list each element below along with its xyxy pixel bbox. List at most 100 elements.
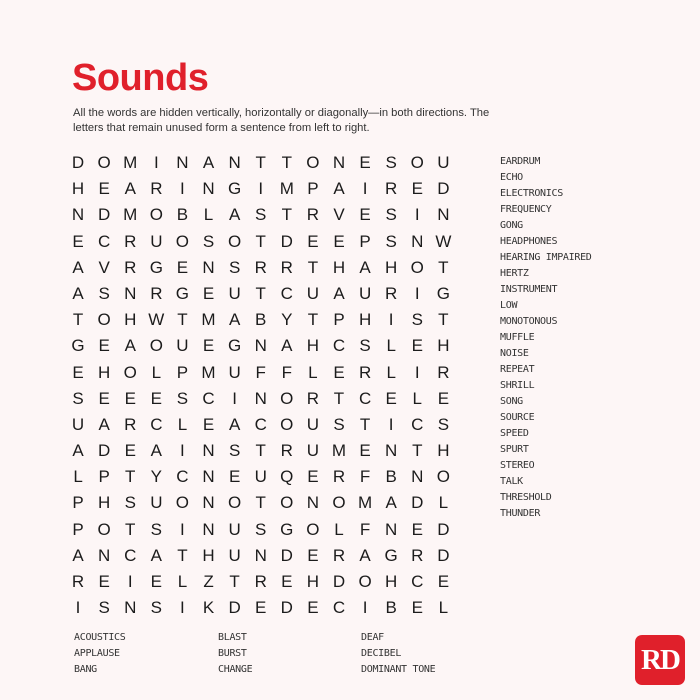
grid-letter[interactable]: T: [352, 412, 378, 438]
grid-letter[interactable]: S: [404, 307, 430, 333]
grid-letter[interactable]: O: [91, 307, 117, 333]
grid-letter[interactable]: D: [91, 202, 117, 228]
grid-letter[interactable]: A: [378, 490, 404, 516]
grid-letter[interactable]: N: [91, 543, 117, 569]
grid-letter[interactable]: E: [195, 412, 221, 438]
grid-letter[interactable]: U: [222, 360, 248, 386]
grid-letter[interactable]: G: [65, 333, 91, 359]
grid-letter[interactable]: B: [378, 595, 404, 621]
grid-letter[interactable]: F: [274, 360, 300, 386]
grid-letter[interactable]: H: [430, 438, 456, 464]
grid-letter[interactable]: H: [326, 255, 352, 281]
grid-letter[interactable]: O: [274, 490, 300, 516]
grid-letter[interactable]: A: [222, 307, 248, 333]
grid-letter[interactable]: K: [195, 595, 221, 621]
grid-letter[interactable]: D: [274, 543, 300, 569]
grid-letter[interactable]: E: [117, 386, 143, 412]
grid-letter[interactable]: N: [378, 438, 404, 464]
grid-letter[interactable]: U: [222, 517, 248, 543]
grid-letter[interactable]: L: [430, 490, 456, 516]
grid-letter[interactable]: N: [195, 464, 221, 490]
grid-letter[interactable]: N: [195, 517, 221, 543]
grid-letter[interactable]: I: [117, 569, 143, 595]
grid-letter[interactable]: S: [169, 386, 195, 412]
grid-letter[interactable]: E: [352, 438, 378, 464]
grid-letter[interactable]: M: [326, 438, 352, 464]
grid-letter[interactable]: G: [274, 517, 300, 543]
grid-letter[interactable]: P: [300, 176, 326, 202]
grid-letter[interactable]: S: [143, 595, 169, 621]
grid-letter[interactable]: U: [143, 490, 169, 516]
grid-letter[interactable]: T: [248, 438, 274, 464]
grid-letter[interactable]: E: [300, 464, 326, 490]
grid-letter[interactable]: T: [430, 307, 456, 333]
grid-letter[interactable]: R: [300, 386, 326, 412]
grid-letter[interactable]: U: [300, 438, 326, 464]
grid-letter[interactable]: E: [248, 595, 274, 621]
grid-letter[interactable]: L: [65, 464, 91, 490]
grid-letter[interactable]: D: [274, 229, 300, 255]
grid-letter[interactable]: S: [378, 150, 404, 176]
grid-letter[interactable]: M: [117, 202, 143, 228]
grid-letter[interactable]: A: [117, 176, 143, 202]
grid-letter[interactable]: Z: [195, 569, 221, 595]
grid-letter[interactable]: A: [65, 438, 91, 464]
grid-letter[interactable]: C: [248, 412, 274, 438]
grid-letter[interactable]: I: [65, 595, 91, 621]
grid-letter[interactable]: E: [195, 281, 221, 307]
grid-letter[interactable]: C: [195, 386, 221, 412]
grid-letter[interactable]: S: [143, 517, 169, 543]
grid-letter[interactable]: R: [378, 281, 404, 307]
grid-letter[interactable]: U: [143, 229, 169, 255]
grid-letter[interactable]: E: [430, 569, 456, 595]
grid-letter[interactable]: M: [195, 360, 221, 386]
grid-letter[interactable]: E: [326, 360, 352, 386]
grid-letter[interactable]: C: [326, 595, 352, 621]
grid-letter[interactable]: T: [169, 543, 195, 569]
grid-letter[interactable]: T: [248, 229, 274, 255]
grid-letter[interactable]: R: [326, 543, 352, 569]
grid-letter[interactable]: R: [143, 176, 169, 202]
grid-letter[interactable]: S: [430, 412, 456, 438]
grid-letter[interactable]: G: [143, 255, 169, 281]
grid-letter[interactable]: U: [169, 333, 195, 359]
grid-letter[interactable]: D: [430, 176, 456, 202]
grid-letter[interactable]: C: [352, 386, 378, 412]
grid-letter[interactable]: T: [300, 307, 326, 333]
grid-letter[interactable]: N: [326, 150, 352, 176]
grid-letter[interactable]: T: [65, 307, 91, 333]
grid-letter[interactable]: I: [143, 150, 169, 176]
grid-letter[interactable]: N: [117, 595, 143, 621]
grid-letter[interactable]: A: [222, 202, 248, 228]
grid-letter[interactable]: T: [169, 307, 195, 333]
grid-letter[interactable]: T: [404, 438, 430, 464]
grid-letter[interactable]: E: [91, 569, 117, 595]
grid-letter[interactable]: S: [222, 438, 248, 464]
grid-letter[interactable]: E: [195, 333, 221, 359]
grid-letter[interactable]: E: [326, 229, 352, 255]
grid-letter[interactable]: O: [143, 333, 169, 359]
grid-letter[interactable]: R: [248, 255, 274, 281]
grid-letter[interactable]: L: [169, 569, 195, 595]
grid-letter[interactable]: C: [404, 412, 430, 438]
grid-letter[interactable]: H: [117, 307, 143, 333]
grid-letter[interactable]: M: [352, 490, 378, 516]
grid-letter[interactable]: P: [326, 307, 352, 333]
grid-letter[interactable]: C: [326, 333, 352, 359]
grid-letter[interactable]: R: [274, 255, 300, 281]
grid-letter[interactable]: O: [91, 517, 117, 543]
grid-letter[interactable]: N: [222, 150, 248, 176]
grid-letter[interactable]: G: [430, 281, 456, 307]
grid-letter[interactable]: N: [195, 438, 221, 464]
grid-letter[interactable]: R: [404, 543, 430, 569]
grid-letter[interactable]: A: [352, 543, 378, 569]
grid-letter[interactable]: I: [169, 438, 195, 464]
grid-letter[interactable]: A: [195, 150, 221, 176]
grid-letter[interactable]: T: [430, 255, 456, 281]
grid-letter[interactable]: O: [274, 386, 300, 412]
grid-letter[interactable]: O: [404, 255, 430, 281]
grid-letter[interactable]: E: [143, 386, 169, 412]
grid-letter[interactable]: R: [248, 569, 274, 595]
grid-letter[interactable]: L: [143, 360, 169, 386]
grid-letter[interactable]: S: [117, 490, 143, 516]
